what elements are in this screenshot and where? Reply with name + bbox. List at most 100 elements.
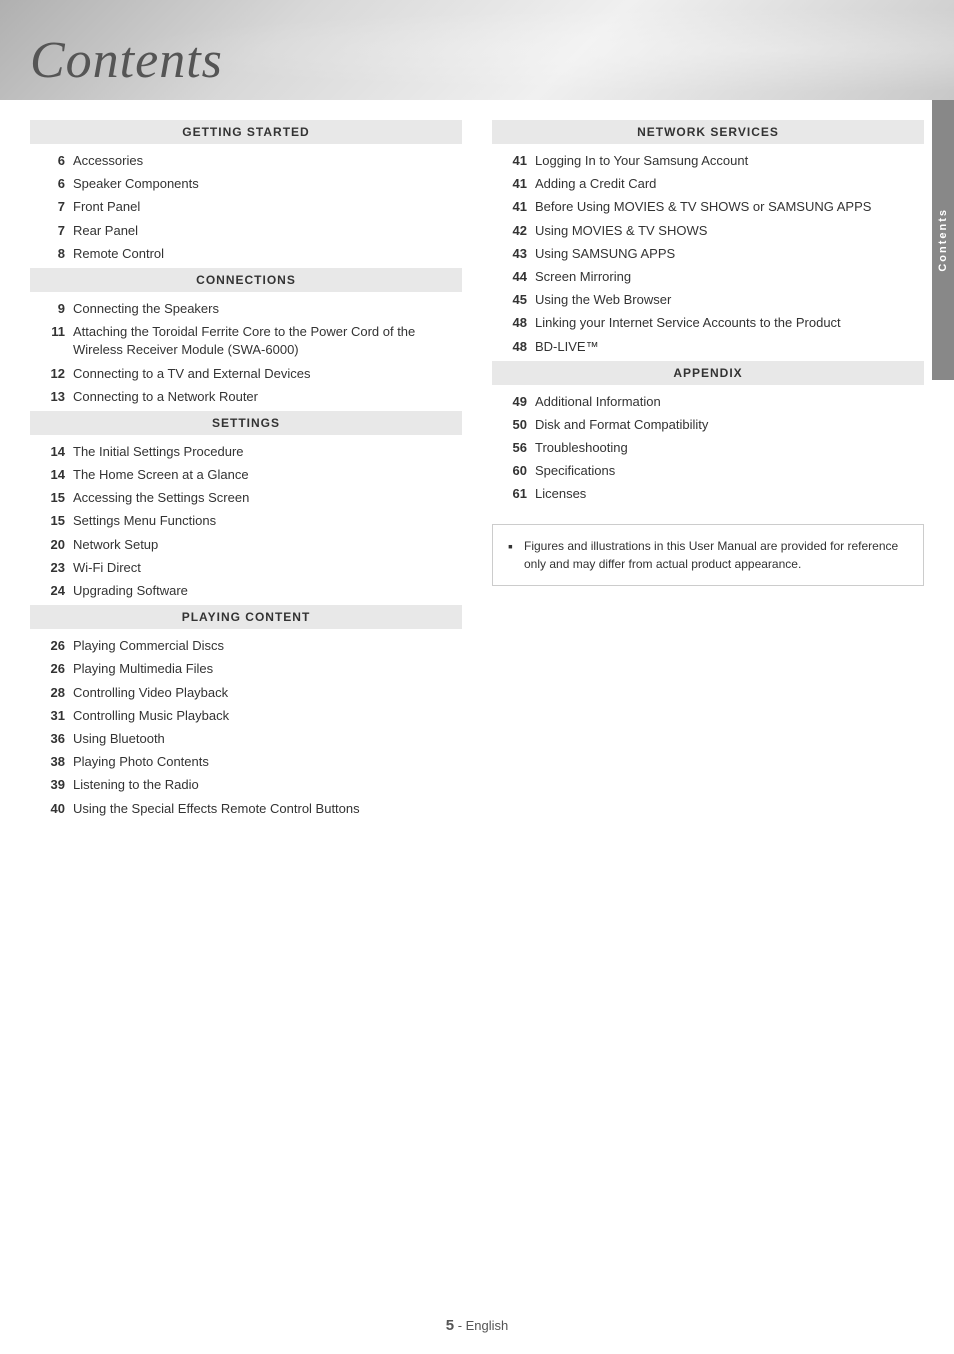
- section-settings: SETTINGS14The Initial Settings Procedure…: [30, 411, 462, 600]
- section-getting-started: GETTING STARTED6Accessories6Speaker Comp…: [30, 120, 462, 263]
- toc-item-label: Before Using MOVIES & TV SHOWS or SAMSUN…: [535, 198, 919, 216]
- toc-page-number: 48: [497, 338, 527, 356]
- toc-item-label: Playing Photo Contents: [73, 753, 457, 771]
- side-tab: Contents: [932, 100, 954, 380]
- toc-item-label: Controlling Video Playback: [73, 684, 457, 702]
- toc-item-label: Connecting to a Network Router: [73, 388, 457, 406]
- toc-item-label: Controlling Music Playback: [73, 707, 457, 725]
- toc-entry: 26Playing Multimedia Files: [30, 660, 462, 678]
- page-number: 5: [446, 1317, 454, 1334]
- right-column: NETWORK SERVICES41Logging In to Your Sam…: [492, 120, 924, 823]
- toc-page-number: 31: [35, 707, 65, 725]
- toc-page-number: 45: [497, 291, 527, 309]
- toc-page-number: 36: [35, 730, 65, 748]
- toc-page-number: 26: [35, 637, 65, 655]
- section-header-connections: CONNECTIONS: [30, 268, 462, 292]
- toc-entry: 6Accessories: [30, 152, 462, 170]
- toc-entry: 48BD-LIVE™: [492, 338, 924, 356]
- toc-entry: 26Playing Commercial Discs: [30, 637, 462, 655]
- toc-entry: 8Remote Control: [30, 245, 462, 263]
- toc-entry: 39Listening to the Radio: [30, 776, 462, 794]
- toc-page-number: 9: [35, 300, 65, 318]
- toc-item-label: Using MOVIES & TV SHOWS: [535, 222, 919, 240]
- toc-page-number: 23: [35, 559, 65, 577]
- toc-entry: 60 Specifications: [492, 462, 924, 480]
- toc-entry: 41Logging In to Your Samsung Account: [492, 152, 924, 170]
- toc-entry: 24 Upgrading Software: [30, 582, 462, 600]
- toc-page-number: 20: [35, 536, 65, 554]
- toc-item-label: Connecting the Speakers: [73, 300, 457, 318]
- toc-entry: 11 Attaching the Toroidal Ferrite Core to…: [30, 323, 462, 359]
- toc-item-label: Remote Control: [73, 245, 457, 263]
- toc-page-number: 6: [35, 152, 65, 170]
- toc-item-label: Specifications: [535, 462, 919, 480]
- toc-page-number: 14: [35, 466, 65, 484]
- toc-page-number: 56: [497, 439, 527, 457]
- page-title: Contents: [30, 31, 223, 90]
- toc-page-number: 60: [497, 462, 527, 480]
- toc-entry: 6 Speaker Components: [30, 175, 462, 193]
- toc-page-number: 11: [35, 323, 65, 341]
- toc-item-label: Linking your Internet Service Accounts t…: [535, 314, 919, 332]
- toc-item-label: Using SAMSUNG APPS: [535, 245, 919, 263]
- toc-page-number: 41: [497, 175, 527, 193]
- toc-item-label: Screen Mirroring: [535, 268, 919, 286]
- section-header-network-services: NETWORK SERVICES: [492, 120, 924, 144]
- toc-entry: 15Accessing the Settings Screen: [30, 489, 462, 507]
- toc-entry: 9 Connecting the Speakers: [30, 300, 462, 318]
- toc-entry: 56Troubleshooting: [492, 439, 924, 457]
- toc-entry: 40Using the Special Effects Remote Contr…: [30, 800, 462, 818]
- toc-page-number: 49: [497, 393, 527, 411]
- toc-entry: 12 Connecting to a TV and External Device…: [30, 365, 462, 383]
- toc-page-number: 39: [35, 776, 65, 794]
- toc-item-label: Disk and Format Compatibility: [535, 416, 919, 434]
- section-header-appendix: APPENDIX: [492, 361, 924, 385]
- toc-page-number: 42: [497, 222, 527, 240]
- toc-page-number: 7: [35, 198, 65, 216]
- toc-item-label: Upgrading Software: [73, 582, 457, 600]
- toc-item-label: The Home Screen at a Glance: [73, 466, 457, 484]
- toc-page-number: 48: [497, 314, 527, 332]
- section-header-getting-started: GETTING STARTED: [30, 120, 462, 144]
- toc-entry: 49Additional Information: [492, 393, 924, 411]
- toc-entry: 13Connecting to a Network Router: [30, 388, 462, 406]
- section-connections: CONNECTIONS 9 Connecting the Speakers 11 Att…: [30, 268, 462, 406]
- toc-item-label: Connecting to a TV and External Devices: [73, 365, 457, 383]
- toc-entry: 38Playing Photo Contents: [30, 753, 462, 771]
- toc-page-number: 7: [35, 222, 65, 240]
- left-column: GETTING STARTED6Accessories6Speaker Comp…: [30, 120, 462, 823]
- toc-page-number: 6: [35, 175, 65, 193]
- toc-entry: 43 Using SAMSUNG APPS: [492, 245, 924, 263]
- toc-entry: 48 Linking your Internet Service Accounts…: [492, 314, 924, 332]
- section-network-services: NETWORK SERVICES41Logging In to Your Sam…: [492, 120, 924, 356]
- toc-entry: 42 Using MOVIES & TV SHOWS: [492, 222, 924, 240]
- toc-entry: 41 Adding a Credit Card: [492, 175, 924, 193]
- toc-entry: 50Disk and Format Compatibility: [492, 416, 924, 434]
- toc-item-label: Using Bluetooth: [73, 730, 457, 748]
- toc-item-label: Settings Menu Functions: [73, 512, 457, 530]
- toc-page-number: 14: [35, 443, 65, 461]
- toc-entry: 61Licenses: [492, 485, 924, 503]
- toc-entry: 14The Initial Settings Procedure: [30, 443, 462, 461]
- toc-item-label: Speaker Components: [73, 175, 457, 193]
- toc-entry: 23Wi-Fi Direct: [30, 559, 462, 577]
- toc-item-label: Network Setup: [73, 536, 457, 554]
- toc-entry: 31 Controlling Music Playback: [30, 707, 462, 725]
- toc-item-label: Logging In to Your Samsung Account: [535, 152, 919, 170]
- note-box: ▪Figures and illustrations in this User …: [492, 524, 924, 586]
- toc-page-number: 15: [35, 489, 65, 507]
- toc-entry: 44 Screen Mirroring: [492, 268, 924, 286]
- toc-page-number: 43: [497, 245, 527, 263]
- toc-page-number: 40: [35, 800, 65, 818]
- toc-entry: 7 Rear Panel: [30, 222, 462, 240]
- toc-item-label: Adding a Credit Card: [535, 175, 919, 193]
- toc-item-label: Licenses: [535, 485, 919, 503]
- header: Contents: [0, 0, 954, 100]
- toc-entry: 14 The Home Screen at a Glance: [30, 466, 462, 484]
- toc-item-label: Front Panel: [73, 198, 457, 216]
- toc-item-label: Rear Panel: [73, 222, 457, 240]
- toc-page-number: 44: [497, 268, 527, 286]
- toc-item-label: Attaching the Toroidal Ferrite Core to t…: [73, 323, 457, 359]
- toc-page-number: 24: [35, 582, 65, 600]
- toc-page-number: 12: [35, 365, 65, 383]
